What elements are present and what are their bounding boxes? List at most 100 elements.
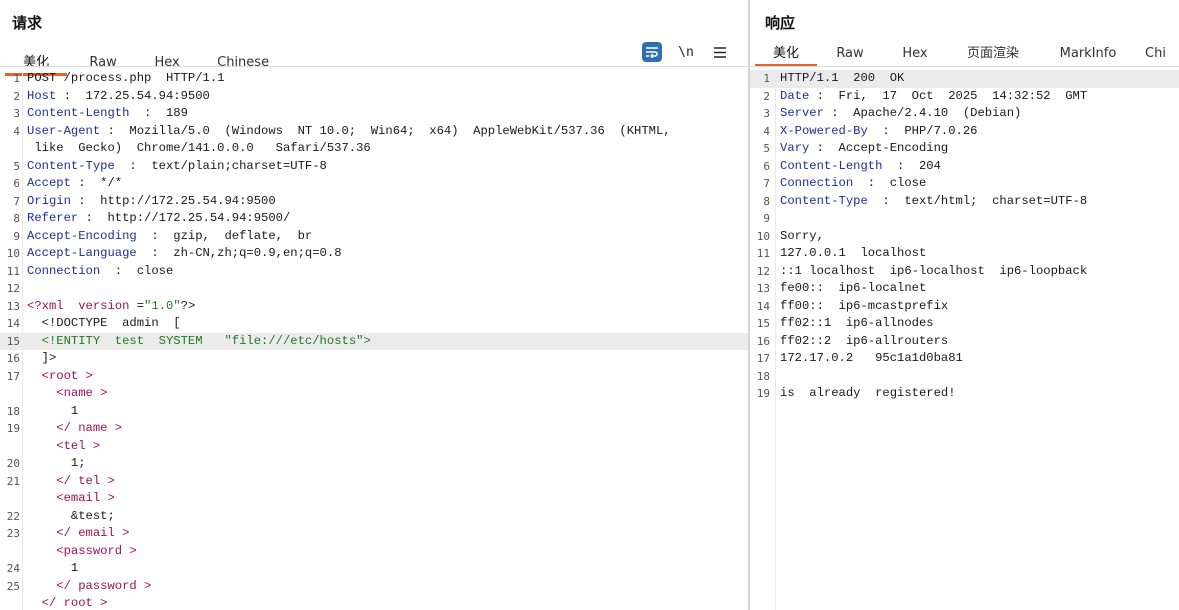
- request-code-line: <password >: [0, 543, 748, 561]
- xml-tag: </ name >: [56, 421, 123, 435]
- line-number: 1: [763, 72, 770, 85]
- header-value: 1: [27, 561, 79, 575]
- request-code-line: 25 </ password >: [0, 578, 748, 596]
- code-text: ff00:: ip6-mcastprefix: [780, 298, 1167, 316]
- line-number: 10: [756, 229, 770, 243]
- request-code-line: </ root >: [0, 595, 748, 610]
- line-number: 16: [756, 334, 770, 348]
- request-code-line: 14 <!DOCTYPE admin [: [0, 315, 748, 333]
- response-tab-raw[interactable]: Raw: [817, 42, 883, 66]
- code-text: 172.17.0.2 95c1a1d0ba81: [780, 350, 1167, 368]
- request-code-line: like Gecko) Chrome/141.0.0.0 Safari/537.…: [0, 140, 748, 158]
- xml-indent: [27, 369, 42, 383]
- request-code-line: 3 Content-Length : 189: [0, 105, 748, 123]
- request-code-line: 20 1;: [0, 455, 748, 473]
- header-value: is already registered!: [780, 386, 956, 400]
- line-number: 22: [6, 509, 20, 523]
- code-text: Connection : close: [27, 263, 736, 281]
- xml-tag: </ root >: [41, 596, 108, 610]
- request-code-line: 2 Host : 172.25.54.94:9500: [0, 88, 748, 106]
- code-text: Origin : http://172.25.54.94:9500: [27, 193, 736, 211]
- code-text: <?xml version ="1.0"?>: [27, 298, 736, 316]
- header-value: : close: [853, 176, 927, 190]
- xml-indent: [27, 579, 56, 593]
- line-number: 6: [13, 177, 20, 190]
- header-value: ff00:: ip6-mcastprefix: [780, 298, 949, 313]
- header-value: : text/html; charset=UTF-8: [867, 193, 1088, 208]
- request-code-line: <tel >: [0, 438, 748, 456]
- request-code-line: 11 Connection : close: [0, 263, 748, 281]
- code-text: Accept : */*: [27, 175, 736, 193]
- word-wrap-icon[interactable]: [642, 42, 662, 62]
- xml-indent: [27, 474, 56, 488]
- code-text: X-Powered-By : PHP/7.0.26: [780, 123, 1167, 141]
- line-number: 9: [13, 229, 20, 243]
- response-tab-pretty[interactable]: 美化: [755, 42, 817, 67]
- xml-indent: [27, 526, 56, 540]
- request-code-line: 24 1: [0, 560, 748, 578]
- line-number: 17: [756, 352, 770, 365]
- code-text: User-Agent : Mozilla/5.0 (Windows NT 10.…: [27, 123, 736, 141]
- header-value: ff02::1 ip6-allnodes: [780, 316, 934, 330]
- xml-equals: =: [129, 298, 145, 313]
- response-tab-render[interactable]: 页面渲染: [947, 42, 1039, 66]
- response-code-line: 18: [750, 368, 1179, 386]
- request-editor[interactable]: 1 POST /process.php HTTP/1.1 2 Host : 172.2…: [0, 70, 748, 610]
- header-value: POST /process.php HTTP/1.1: [27, 71, 225, 85]
- code-text: like Gecko) Chrome/141.0.0.0 Safari/537.…: [27, 140, 736, 158]
- response-tab-chinese[interactable]: Chi: [1137, 42, 1179, 66]
- line-number: 21: [6, 474, 20, 488]
- request-code-line: 19 </ name >: [0, 420, 748, 438]
- line-number: 9: [763, 212, 770, 225]
- request-code-line: 9 Accept-Encoding : gzip, deflate, br: [0, 228, 748, 246]
- response-tab-markinfo[interactable]: MarkInfo: [1039, 42, 1137, 66]
- line-number: 5: [763, 142, 770, 155]
- code-text: 1;: [27, 455, 736, 473]
- line-number: 14: [6, 317, 20, 330]
- request-code-line: <email >: [0, 490, 748, 508]
- header-value: : zh-CN,zh;q=0.9,en;q=0.8: [136, 246, 342, 260]
- response-code-line: 7 Connection : close: [750, 175, 1179, 193]
- response-editor[interactable]: 1 HTTP/1.1 200 OK 2 Date : Fri, 17 Oct 2025…: [750, 70, 1179, 610]
- header-name: Accept: [27, 176, 71, 190]
- xml-declaration-close: ?>: [180, 298, 196, 313]
- code-text: is already registered!: [780, 385, 1167, 403]
- line-number: 16: [6, 352, 20, 365]
- header-name: Content-Type: [27, 158, 115, 173]
- code-text: 1: [27, 560, 736, 578]
- line-number: 10: [6, 247, 20, 260]
- response-code-line: 1 HTTP/1.1 200 OK: [750, 70, 1179, 88]
- xml-indent: [27, 386, 56, 400]
- newline-toggle-button[interactable]: \n: [676, 42, 696, 62]
- header-value: : Accept-Encoding: [809, 141, 949, 155]
- line-number: 12: [6, 282, 20, 295]
- xml-indent: [27, 421, 56, 435]
- header-name: Referer: [27, 211, 79, 225]
- response-code-line: 14 ff00:: ip6-mcastprefix: [750, 298, 1179, 316]
- response-tab-hex[interactable]: Hex: [883, 42, 947, 66]
- request-code-line: 4 User-Agent : Mozilla/5.0 (Windows NT 10…: [0, 123, 748, 141]
- request-code-line: 5 Content-Type : text/plain;charset=UTF-8: [0, 158, 748, 176]
- header-name: Vary: [780, 141, 810, 155]
- request-code-line: 7 Origin : http://172.25.54.94:9500: [0, 193, 748, 211]
- response-code-line: 17 172.17.0.2 95c1a1d0ba81: [750, 350, 1179, 368]
- code-text: </ root >: [27, 595, 736, 610]
- xml-version-attribute: version: [78, 298, 130, 313]
- header-value: ]>: [27, 351, 57, 365]
- code-text: Content-Length : 189: [27, 105, 736, 123]
- header-value: fe00:: ip6-localnet: [780, 281, 927, 295]
- xml-entity-close: >: [363, 333, 371, 348]
- request-code-line: 18 1: [0, 403, 748, 421]
- code-text: <tel >: [27, 438, 736, 456]
- header-name: Accept-Encoding: [27, 228, 137, 243]
- code-text: Accept-Encoding : gzip, deflate, br: [27, 228, 736, 246]
- header-value: 127.0.0.1 localhost: [780, 246, 927, 260]
- line-number: 23: [6, 527, 20, 540]
- response-code-line: 4 X-Powered-By : PHP/7.0.26: [750, 123, 1179, 141]
- header-name: Origin: [27, 193, 71, 208]
- request-tabs: 美化 Raw Hex Chinese: [0, 42, 291, 76]
- xml-tag: <email >: [56, 491, 115, 505]
- hamburger-menu-icon[interactable]: [710, 42, 730, 62]
- code-text: 127.0.0.1 localhost: [780, 245, 1167, 263]
- header-value: : PHP/7.0.26: [867, 123, 978, 138]
